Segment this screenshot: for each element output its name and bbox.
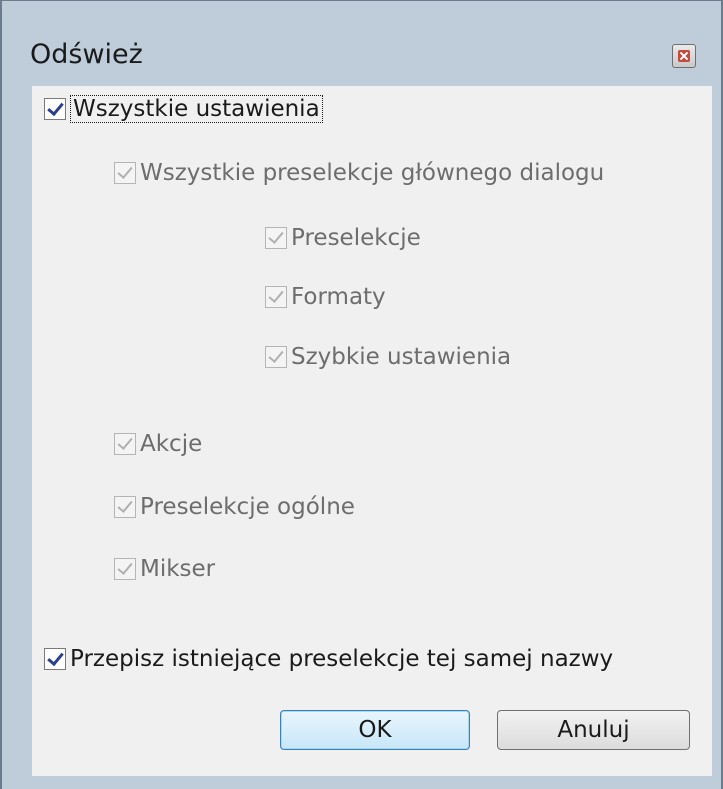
actions-checkbox[interactable]: Akcje (114, 429, 202, 459)
general-presets-label: Preselekcje ogólne (140, 494, 355, 520)
dialog-body: Wszystkie ustawienia Wszystkie preselekc… (32, 86, 712, 776)
checkbox-checked-icon[interactable] (114, 162, 136, 184)
checkbox-checked-icon[interactable] (114, 433, 136, 455)
ok-button[interactable]: OK (280, 710, 470, 750)
general-presets-checkbox[interactable]: Preselekcje ogólne (114, 492, 355, 522)
overwrite-presets-label: Przepisz istniejące preselekcje tej same… (70, 646, 614, 672)
checkbox-checked-icon[interactable] (265, 227, 287, 249)
close-icon (678, 50, 690, 62)
quick-settings-checkbox[interactable]: Szybkie ustawienia (265, 342, 511, 372)
presets-label: Preselekcje (291, 225, 421, 251)
checkbox-checked-icon[interactable] (114, 558, 136, 580)
formats-checkbox[interactable]: Formaty (265, 282, 386, 312)
main-dialog-presets-checkbox[interactable]: Wszystkie preselekcje głównego dialogu (114, 158, 604, 188)
close-button[interactable] (672, 44, 696, 68)
actions-label: Akcje (140, 431, 203, 457)
checkbox-checked-icon[interactable] (265, 286, 287, 308)
formats-label: Formaty (291, 284, 386, 310)
checkbox-checked-icon[interactable] (44, 98, 66, 120)
cancel-button[interactable]: Anuluj (497, 710, 690, 750)
overwrite-presets-checkbox[interactable]: Przepisz istniejące preselekcje tej same… (44, 644, 613, 674)
checkbox-checked-icon[interactable] (44, 648, 66, 670)
checkbox-checked-icon[interactable] (265, 346, 287, 368)
refresh-dialog: Odśwież Wszystkie ustawienia Wszystkie p… (0, 0, 723, 789)
all-settings-label: Wszystkie ustawienia (70, 95, 323, 123)
mixer-label: Mikser (140, 556, 216, 582)
dialog-title: Odśwież (30, 39, 143, 70)
presets-checkbox[interactable]: Preselekcje (265, 223, 421, 253)
quick-settings-label: Szybkie ustawienia (291, 344, 512, 370)
all-settings-checkbox[interactable]: Wszystkie ustawienia (44, 94, 323, 124)
mixer-checkbox[interactable]: Mikser (114, 554, 215, 584)
checkbox-checked-icon[interactable] (114, 496, 136, 518)
main-dialog-presets-label: Wszystkie preselekcje głównego dialogu (140, 160, 605, 186)
